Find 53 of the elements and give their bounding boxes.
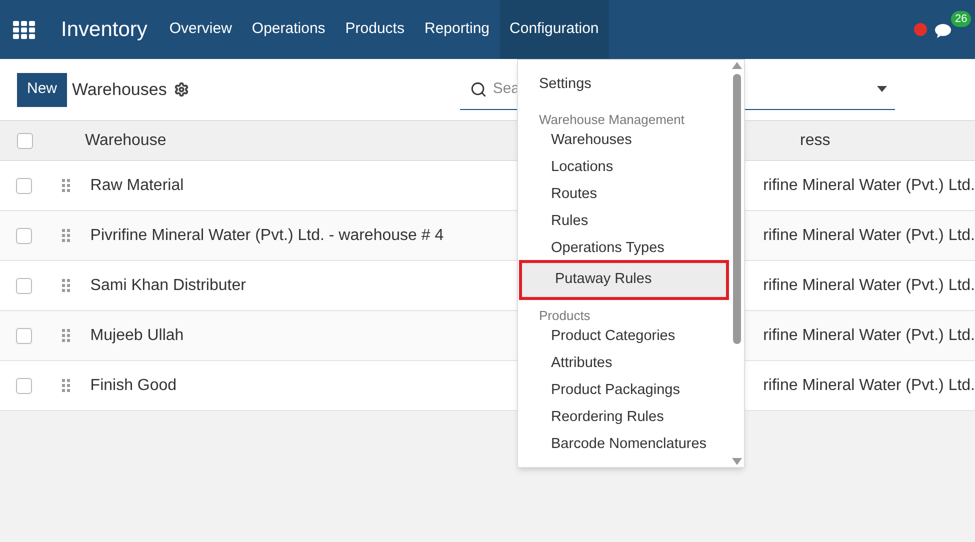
drag-handle-icon[interactable] [62,328,70,342]
drag-handle-icon[interactable] [62,228,70,242]
nav-menu-item[interactable]: Products [335,0,414,59]
app-grid-icon[interactable] [13,20,35,38]
menu-section-header: Warehouse Management [538,111,686,127]
row-checkbox[interactable] [16,228,32,244]
menu-item[interactable]: Operations Types [518,235,730,262]
scroll-down-icon[interactable] [732,458,742,465]
menu-item[interactable]: Product Categories [518,323,730,350]
table-cell-text: rifine Mineral Water (Pvt.) Ltd. [763,376,975,396]
nav-menu-item[interactable]: Reporting [414,0,500,59]
row-checkbox[interactable] [16,328,32,344]
scrollbar[interactable] [730,60,744,467]
drag-handle-icon[interactable] [62,178,70,192]
menu-item[interactable]: Settings [518,70,730,100]
menu-item[interactable]: Routes [518,181,730,208]
menu-item[interactable]: Locations [518,154,730,181]
menu-item[interactable]: Putaway Rules [522,263,726,297]
table-cell-text: Finish Good [90,376,177,396]
table-cell-text: Raw Material [90,176,184,196]
menu-section-header: Products [538,307,592,323]
search-icon [470,80,487,98]
table-cell-text: rifine Mineral Water (Pvt.) Ltd. [763,226,975,246]
column-header[interactable]: ress [800,128,830,152]
nav-menu-item[interactable]: Configuration [500,0,609,59]
menu-item[interactable]: Warehouses [518,127,730,154]
nav-menu-item[interactable]: Operations [242,0,336,59]
table-cell-text: Pivrifine Mineral Water (Pvt.) Ltd. - warehouse # 4 [90,226,444,246]
app-title[interactable]: Inventory [61,14,148,46]
message-count-badge: 26 [951,10,972,26]
row-checkbox[interactable] [16,278,32,294]
menu-item[interactable]: Reordering Rules [518,404,730,431]
drag-handle-icon[interactable] [62,378,70,392]
menu-item[interactable]: Rules [518,208,730,235]
caret-icon[interactable] [876,86,887,92]
settings-gear-icon[interactable] [174,82,189,97]
nav-menu-item[interactable]: Overview [159,0,242,59]
row-checkbox[interactable] [16,378,32,394]
row-checkbox[interactable] [17,132,33,148]
table-cell-text: rifine Mineral Water (Pvt.) Ltd. [763,276,975,296]
table-cell-text: Mujeeb Ullah [90,326,184,346]
column-header[interactable]: Warehouse [85,128,166,152]
menu-item[interactable]: Product Packagings [518,377,730,404]
new-button[interactable]: New [17,72,68,106]
menu-item[interactable]: Barcode Nomenclatures [518,431,730,458]
scroll-up-icon[interactable] [732,62,742,69]
table-cell-text: Sami Khan Distributer [90,276,246,296]
row-checkbox[interactable] [16,178,32,194]
table-cell-text: rifine Mineral Water (Pvt.) Ltd. [763,326,975,346]
breadcrumb-title: Warehouses [72,78,167,101]
menu-item[interactable]: Attributes [518,350,730,377]
drag-handle-icon[interactable] [62,278,70,292]
table-cell-text: rifine Mineral Water (Pvt.) Ltd. [763,176,975,196]
